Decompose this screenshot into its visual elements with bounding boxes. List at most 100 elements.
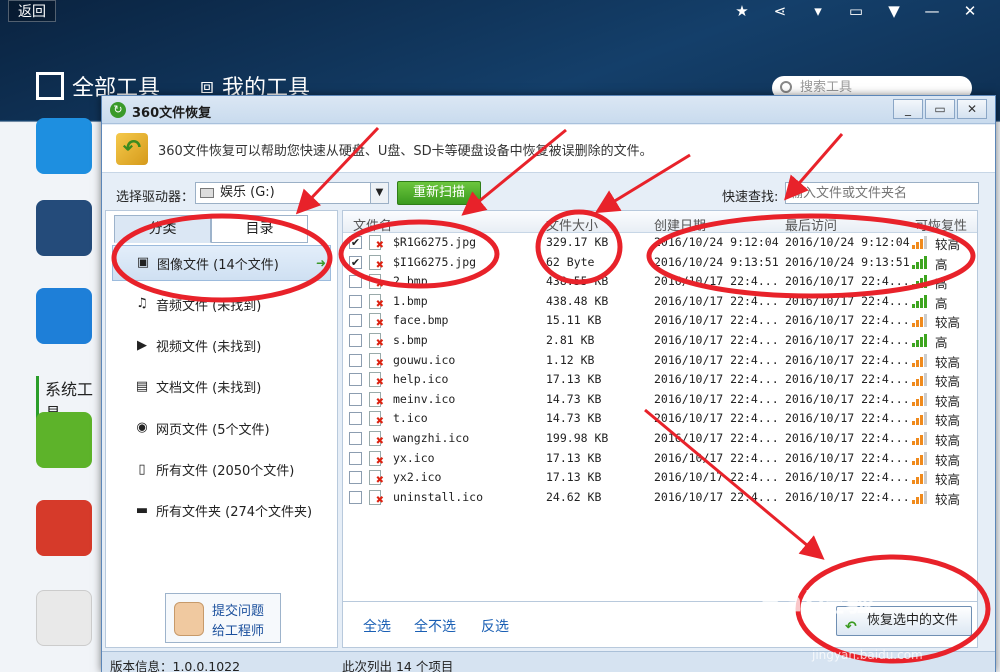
category-label: 文档文件 (未找到) [156, 381, 262, 397]
created-date: 2016/10/17 22:4... [654, 274, 779, 289]
tab-category[interactable]: 分类 [114, 215, 211, 243]
category-item[interactable]: ▤ 文档文件 (未找到) [112, 369, 331, 405]
recoverability: 高 [935, 295, 948, 311]
table-row[interactable]: ✖ meinv.ico 14.73 KB 2016/10/17 22:4... 2016… [343, 390, 977, 410]
created-date: 2016/10/17 22:4... [654, 489, 779, 504]
close-icon[interactable]: ✕ [960, 2, 980, 20]
table-row[interactable]: ✖ s.bmp 2.81 KB 2016/10/17 22:4... 2016/10/1… [343, 331, 977, 351]
last-accessed: 2016/10/24 9:13:51 [785, 254, 910, 269]
firstaid-app-icon[interactable] [36, 590, 92, 646]
category-item[interactable]: ▣ 图像文件 (14个文件) ➜ [112, 245, 331, 281]
file-size: 329.17 KB [546, 235, 609, 249]
file-name: help.ico [393, 372, 449, 387]
deleted-file-icon: ✖ [369, 313, 384, 329]
file-size: 438.48 KB [546, 293, 609, 308]
gb-app-icon[interactable] [36, 500, 92, 556]
category-label: 网页文件 (5个文件) [156, 422, 270, 438]
category-item[interactable]: ▬ 所有文件夹 (274个文件夹) [112, 493, 331, 529]
dropdown-icon[interactable]: ▼ [884, 2, 904, 20]
row-checkbox[interactable] [349, 451, 362, 465]
file-name: $R1G6275.jpg [393, 235, 477, 249]
chevron-down-icon[interactable]: ▼ [370, 183, 388, 203]
minimize-icon[interactable]: — [922, 2, 942, 20]
arrow-right-icon: ➜ [315, 256, 326, 270]
deleted-file-icon: ✖ [369, 372, 384, 388]
table-row[interactable]: ✖ face.bmp 15.11 KB 2016/10/17 22:4... 2016/… [343, 311, 977, 331]
table-row[interactable]: ✖ gouwu.ico 1.12 KB 2016/10/17 22:4... 2016/… [343, 351, 977, 371]
file-size: 17.13 KB [546, 470, 602, 485]
column-header-created[interactable]: 创建日期 [654, 215, 706, 234]
signal-bars-icon [912, 353, 928, 367]
select-none-link[interactable]: 全不选 [414, 616, 456, 636]
description-text: 360文件恢复可以帮助您快速从硬盘、U盘、SD卡等硬盘设备中恢复被误删除的文件。 [158, 144, 653, 159]
deleted-file-icon: ✖ [369, 450, 384, 467]
table-row[interactable]: ✖ help.ico 17.13 KB 2016/10/17 22:4... 2016/… [343, 370, 977, 390]
back-button[interactable]: 返回 [8, 0, 56, 22]
row-checkbox[interactable] [349, 392, 362, 406]
quicksearch-input[interactable] [785, 182, 979, 204]
select-all-link[interactable]: 全选 [363, 616, 391, 636]
maximize-button[interactable]: ▭ [925, 99, 955, 119]
table-row[interactable]: ✖ uninstall.ico 24.62 KB 2016/10/17 22:4...… [343, 488, 977, 508]
category-item[interactable]: ▯ 所有文件 (2050个文件) [112, 452, 331, 488]
restore-label: 恢复选中的文件 [867, 613, 959, 628]
file-name: 2.bmp [393, 274, 428, 289]
table-row[interactable]: ✖ t.ico 14.73 KB 2016/10/17 22:4... 2016/10/… [343, 409, 977, 429]
column-header-size[interactable]: 文件大小 [546, 215, 598, 234]
table-row[interactable]: ✖ 1.bmp 438.48 KB 2016/10/17 22:4... 2016/10… [343, 292, 977, 312]
share-icon[interactable]: ⋖ [770, 2, 790, 20]
minimize-button[interactable]: _ [893, 99, 923, 119]
invert-selection-link[interactable]: 反选 [481, 616, 509, 636]
column-header-recoverability[interactable]: 可恢复性 [915, 215, 967, 234]
signal-bars-icon [912, 275, 928, 289]
row-checkbox[interactable] [349, 275, 362, 289]
row-checkbox[interactable]: ✔ [349, 236, 362, 249]
row-checkbox[interactable] [349, 314, 362, 328]
network-app-icon[interactable] [36, 288, 92, 344]
created-date: 2016/10/17 22:4... [654, 293, 779, 308]
table-row[interactable]: ✖ wangzhi.ico 199.98 KB 2016/10/17 22:4... 2… [343, 429, 977, 449]
row-checkbox[interactable]: ✔ [349, 255, 362, 269]
category-label: 所有文件 (2050个文件) [156, 464, 295, 479]
recoverability: 较高 [935, 374, 961, 390]
shirt-icon[interactable]: ▾ [808, 2, 828, 20]
table-row[interactable]: ✖ yx.ico 17.13 KB 2016/10/17 22:4... 2016/10… [343, 449, 977, 469]
recoverability: 较高 [935, 433, 961, 448]
feedback-button[interactable]: 提交问题 给工程师 [165, 593, 281, 643]
message-icon[interactable]: ▭ [846, 2, 866, 20]
created-date: 2016/10/24 9:13:51 [654, 254, 779, 269]
file-size: 2.81 KB [546, 333, 595, 347]
row-checkbox[interactable] [349, 471, 362, 485]
table-row[interactable]: ✔ ✖ $I1G6275.jpg 62 Byte 2016/10/24 9:13:51 2… [343, 253, 977, 273]
watermark-url: jingyan.baidu.com [812, 648, 923, 662]
file-name: t.ico [393, 411, 428, 426]
table-row[interactable]: ✖ 2.bmp 438.55 KB 2016/10/17 22:4... 2016/10… [343, 272, 977, 292]
last-accessed: 2016/10/17 22:4... [785, 293, 910, 308]
row-checkbox[interactable] [349, 412, 362, 426]
signal-bars-icon [912, 432, 928, 445]
column-header-accessed[interactable]: 最后访问 [785, 215, 837, 234]
drive-select[interactable]: 娱乐 (G:) ▼ [195, 182, 389, 204]
row-checkbox[interactable] [349, 432, 362, 445]
category-label: 所有文件夹 (274个文件夹) [156, 505, 313, 521]
created-date: 2016/10/17 22:4... [654, 450, 779, 465]
row-checkbox[interactable] [349, 490, 362, 504]
magic-app-icon[interactable] [36, 412, 92, 468]
created-date: 2016/10/17 22:4... [654, 470, 779, 485]
table-row[interactable]: ✔ ✖ $R1G6275.jpg 329.17 KB 2016/10/24 9:12:0… [343, 233, 977, 253]
row-checkbox[interactable] [349, 353, 362, 367]
tab-directory[interactable]: 目录 [211, 215, 308, 243]
category-item[interactable]: ◉ 网页文件 (5个文件) [112, 410, 331, 446]
category-item[interactable]: ♫ 音频文件 (未找到) [112, 286, 331, 322]
category-item[interactable]: ▶ 视频文件 (未找到) [112, 328, 331, 364]
router-app-icon[interactable] [36, 118, 92, 174]
rescan-button[interactable]: 重新扫描 [397, 181, 481, 205]
speed-app-icon[interactable] [36, 200, 92, 256]
row-checkbox[interactable] [349, 334, 362, 347]
column-header-name[interactable]: 文件名 [353, 215, 392, 234]
row-checkbox[interactable] [349, 373, 362, 387]
close-button[interactable]: ✕ [957, 99, 987, 119]
row-checkbox[interactable] [349, 294, 362, 308]
table-row[interactable]: ✖ yx2.ico 17.13 KB 2016/10/17 22:4... 2016/1… [343, 468, 977, 488]
star-icon[interactable]: ★ [732, 2, 752, 20]
